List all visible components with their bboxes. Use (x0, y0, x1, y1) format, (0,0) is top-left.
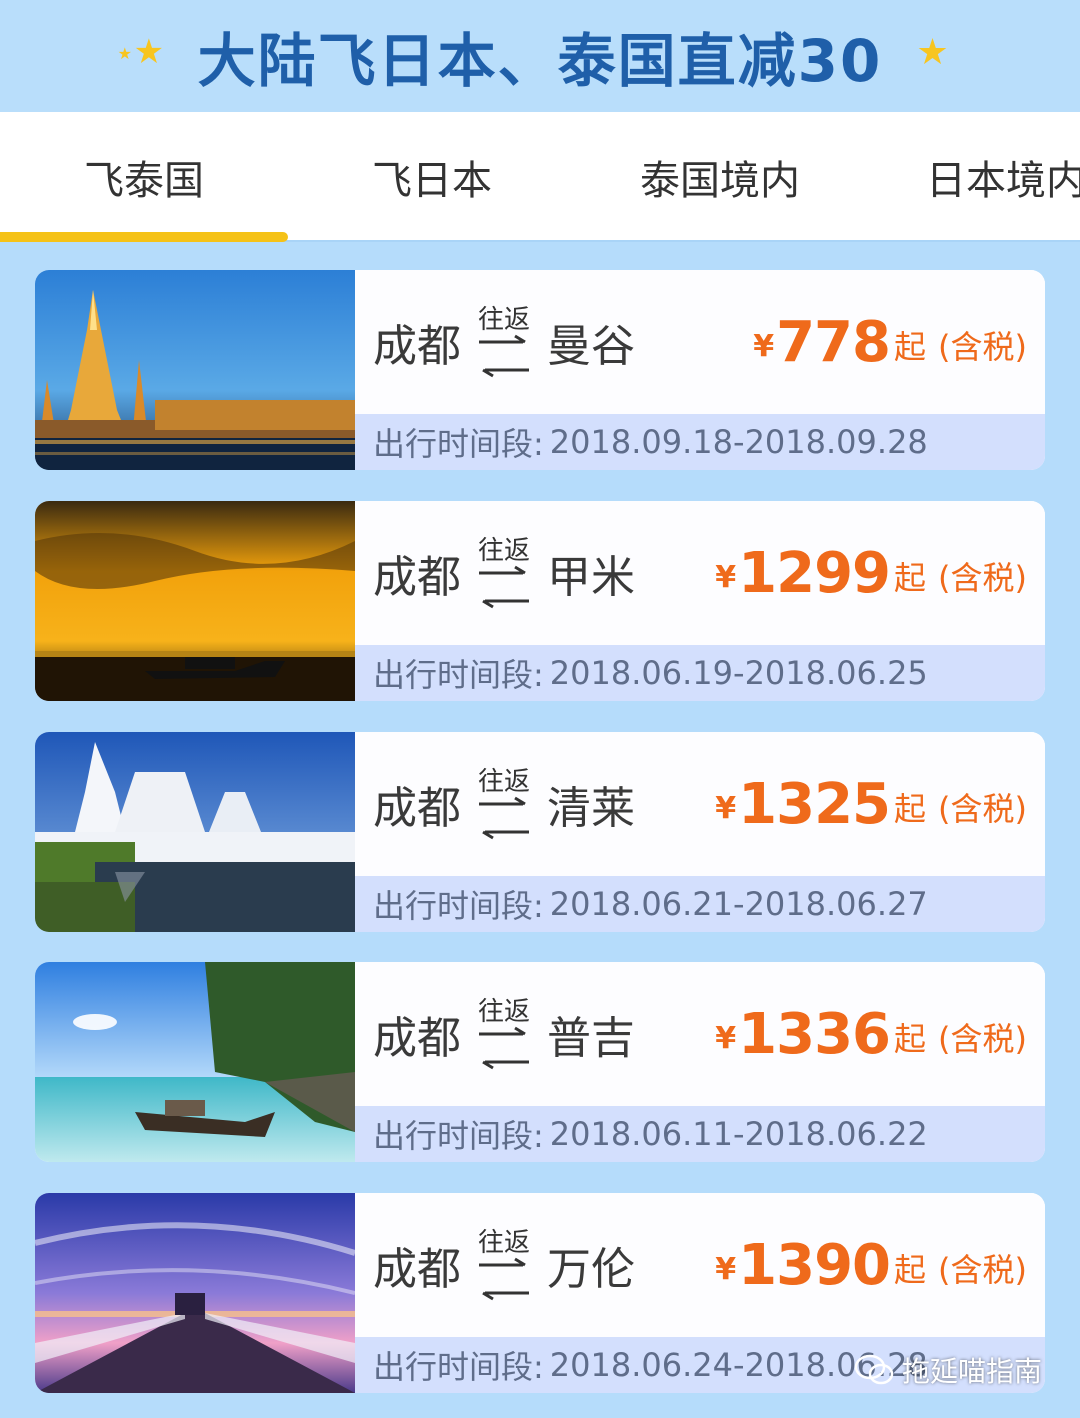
active-tab-indicator (0, 232, 288, 242)
tab-fly-japan[interactable]: 飞日本 (288, 112, 576, 242)
destination-city: 甲米 (547, 552, 635, 603)
round-trip-icon: 往返 (477, 537, 531, 609)
route: 成都 往返 万伦 (373, 1193, 635, 1337)
currency-symbol: ¥ (715, 1251, 737, 1287)
tab-fly-thailand[interactable]: 飞泰国 (0, 112, 288, 242)
price: ¥ 1325 起 (含税) (715, 732, 1027, 876)
tax-note: (含税) (938, 790, 1027, 828)
currency-symbol: ¥ (715, 559, 737, 595)
tab-thailand-domestic[interactable]: 泰国境内 (576, 112, 864, 242)
round-trip-icon: 往返 (477, 1229, 531, 1301)
account-watermark: 拖延喵指南 (854, 1348, 1042, 1392)
stars-left-icon: ★ ★ (117, 32, 165, 72)
period-label: 出行时间段: (373, 425, 544, 463)
origin-city: 成都 (373, 552, 461, 603)
destination-city: 曼谷 (547, 321, 635, 372)
destination-photo (35, 1193, 355, 1393)
round-trip-label: 往返 (477, 1228, 530, 1258)
origin-city: 成都 (373, 1013, 461, 1064)
round-trip-label: 往返 (477, 997, 530, 1027)
price-value: 778 (776, 309, 891, 375)
period-dates: 2018.06.21-2018.06.27 (549, 885, 928, 923)
currency-symbol: ¥ (753, 328, 775, 364)
travel-period: 出行时间段: 2018.06.21-2018.06.27 (355, 876, 1045, 932)
travel-period: 出行时间段: 2018.06.11-2018.06.22 (355, 1106, 1045, 1162)
round-trip-label: 往返 (477, 767, 530, 797)
period-label: 出行时间段: (373, 656, 544, 694)
destination-city: 普吉 (547, 1013, 635, 1064)
route: 成都 往返 普吉 (373, 962, 635, 1106)
price-value: 1336 (738, 1001, 891, 1067)
price-value: 1390 (738, 1232, 891, 1298)
category-tabs: 飞泰国 飞日本 泰国境内 日本境内 (0, 112, 1080, 242)
destination-photo (35, 962, 355, 1162)
price-value: 1299 (738, 540, 891, 606)
round-trip-icon: 往返 (477, 768, 531, 840)
stars-right-icon: ★ (916, 32, 949, 73)
price-from-suffix: 起 (894, 328, 927, 366)
destination-city: 万伦 (547, 1244, 635, 1295)
route: 成都 往返 曼谷 (373, 270, 635, 414)
price: ¥ 1336 起 (含税) (715, 962, 1027, 1106)
destination-city: 清莱 (547, 783, 635, 834)
price: ¥ 1299 起 (含税) (715, 501, 1027, 645)
price-from-suffix: 起 (894, 790, 927, 828)
price-from-suffix: 起 (894, 1251, 927, 1289)
round-trip-label: 往返 (477, 305, 530, 335)
tab-japan-domestic[interactable]: 日本境内 (864, 112, 1080, 242)
period-label: 出行时间段: (373, 1117, 544, 1155)
round-trip-icon: 往返 (477, 306, 531, 378)
currency-symbol: ¥ (715, 790, 737, 826)
price-from-suffix: 起 (894, 1020, 927, 1058)
wechat-icon (854, 1354, 894, 1385)
destination-photo (35, 270, 355, 470)
round-trip-label: 往返 (477, 536, 530, 566)
origin-city: 成都 (373, 783, 461, 834)
price: ¥ 778 起 (含税) (753, 270, 1027, 414)
deal-card[interactable]: 成都 往返 曼谷 ¥ 778 起 (含税) 出行时间段: 2018.09.18-… (35, 270, 1045, 470)
period-dates: 2018.06.11-2018.06.22 (549, 1115, 928, 1153)
period-label: 出行时间段: (373, 887, 544, 925)
price: ¥ 1390 起 (含税) (715, 1193, 1027, 1337)
route: 成都 往返 甲米 (373, 501, 635, 645)
period-dates: 2018.06.19-2018.06.25 (549, 654, 928, 692)
destination-photo (35, 501, 355, 701)
travel-period: 出行时间段: 2018.06.19-2018.06.25 (355, 645, 1045, 701)
origin-city: 成都 (373, 321, 461, 372)
price-value: 1325 (738, 771, 891, 837)
round-trip-icon: 往返 (477, 998, 531, 1070)
deal-card[interactable]: 成都 往返 清莱 ¥ 1325 起 (含税) 出行时间段: 2018.06.21… (35, 732, 1045, 932)
watermark-text: 拖延喵指南 (901, 1355, 1042, 1388)
period-dates: 2018.09.18-2018.09.28 (549, 423, 928, 461)
deal-card[interactable]: 成都 往返 普吉 ¥ 1336 起 (含税) 出行时间段: 2018.06.11… (35, 962, 1045, 1162)
destination-photo (35, 732, 355, 932)
tax-note: (含税) (938, 1251, 1027, 1289)
period-label: 出行时间段: (373, 1348, 544, 1386)
travel-period: 出行时间段: 2018.09.18-2018.09.28 (355, 414, 1045, 470)
price-from-suffix: 起 (894, 559, 927, 597)
banner-title: 大陆飞日本、泰国直减30 (197, 27, 883, 95)
promo-banner: ★ ★ 大陆飞日本、泰国直减30 ★ (0, 0, 1080, 112)
tax-note: (含税) (938, 559, 1027, 597)
origin-city: 成都 (373, 1244, 461, 1295)
currency-symbol: ¥ (715, 1020, 737, 1056)
route: 成都 往返 清莱 (373, 732, 635, 876)
deal-card[interactable]: 成都 往返 甲米 ¥ 1299 起 (含税) 出行时间段: 2018.06.19… (35, 501, 1045, 701)
tax-note: (含税) (938, 1020, 1027, 1058)
tax-note: (含税) (938, 328, 1027, 366)
